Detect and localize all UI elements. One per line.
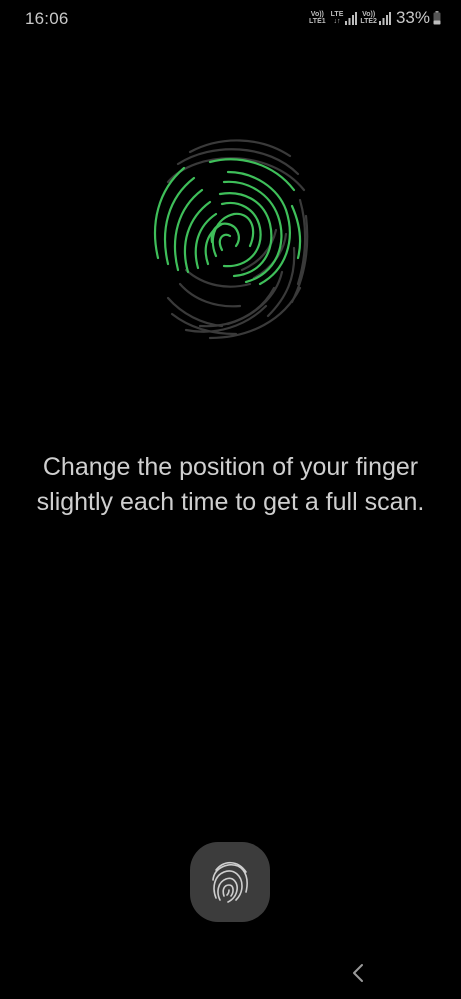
sim1-volte-bottom: LTE1 <box>309 18 326 25</box>
sim1-volte-indicator: Vo)) LTE1 <box>309 11 326 25</box>
fingerprint-enrollment-progress-icon <box>153 139 309 340</box>
status-icons: Vo)) LTE1 LTE ↓↑ Vo)) LTE2 33% <box>309 8 441 28</box>
sim2-volte-indicator: Vo)) LTE2 <box>360 11 377 25</box>
data-lte-arrows: ↓↑ <box>333 18 341 25</box>
fingerprint-sensor-icon <box>212 861 248 903</box>
data-lte-top: LTE <box>330 11 344 18</box>
fingerprint-sensor-button[interactable] <box>190 842 270 922</box>
back-button[interactable] <box>346 960 370 986</box>
battery-icon <box>433 11 441 25</box>
data-lte-indicator: LTE ↓↑ <box>331 11 344 25</box>
battery-percent: 33% <box>395 8 430 27</box>
sim1-signal-icon <box>345 12 358 25</box>
sim1-volte-top: Vo)) <box>310 11 324 18</box>
sim2-signal-icon <box>378 12 391 25</box>
back-chevron-icon <box>353 964 363 982</box>
enrollment-instruction-text: Change the position of your finger sligh… <box>36 453 425 516</box>
sim2-volte-bottom: LTE2 <box>360 18 377 25</box>
status-bar: 16:06 Vo)) LTE1 LTE ↓↑ Vo)) LTE2 33% <box>0 0 461 38</box>
status-time: 16:06 <box>25 9 69 28</box>
sim2-volte-top: Vo)) <box>362 11 376 18</box>
